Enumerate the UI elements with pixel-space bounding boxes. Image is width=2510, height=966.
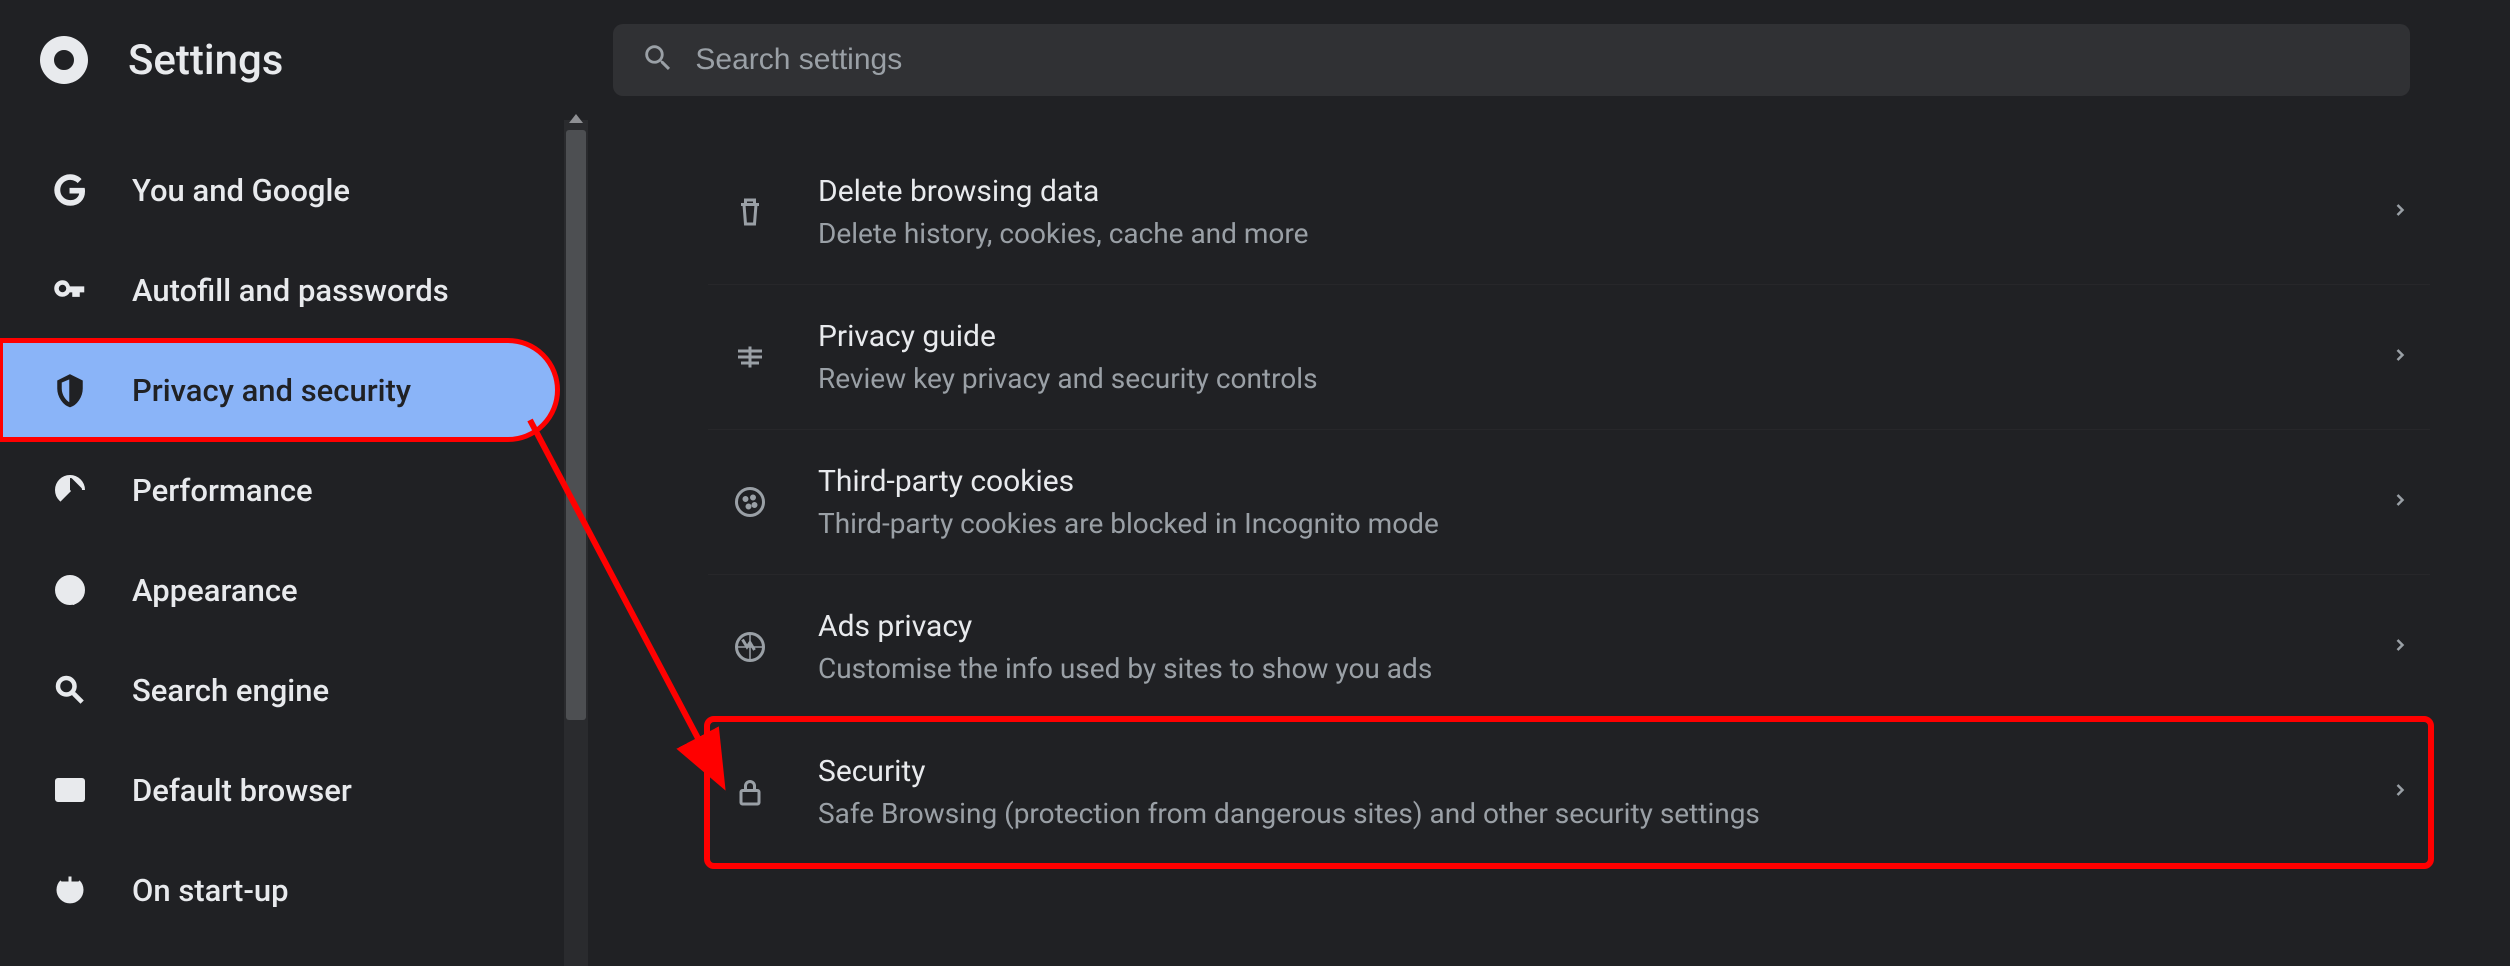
google-g-icon — [50, 170, 90, 210]
chevron-right-icon — [2390, 345, 2410, 369]
page-title: Settings — [128, 36, 283, 85]
chevron-right-icon — [2390, 780, 2410, 804]
cookie-icon — [728, 480, 772, 524]
search-icon — [50, 670, 90, 710]
search-container — [613, 24, 2410, 96]
row-title: Ads privacy — [818, 609, 2390, 644]
row-text: Delete browsing data Delete history, coo… — [818, 174, 2390, 250]
chevron-right-icon — [2390, 635, 2410, 659]
browser-window-icon — [50, 770, 90, 810]
app-header: Settings — [0, 0, 2510, 120]
lock-icon — [728, 770, 772, 814]
key-icon — [50, 270, 90, 310]
sidebar-item-label: Performance — [132, 472, 313, 509]
search-input[interactable] — [695, 43, 2382, 77]
power-icon — [50, 870, 90, 910]
search-icon — [641, 41, 695, 79]
ads-icon — [728, 625, 772, 669]
row-text: Ads privacy Customise the info used by s… — [818, 609, 2390, 685]
sidebar-item-you-and-google[interactable]: You and Google — [0, 140, 558, 240]
guide-icon — [728, 335, 772, 379]
sidebar-item-label: Autofill and passwords — [132, 272, 449, 309]
row-desc: Safe Browsing (protection from dangerous… — [818, 797, 2390, 830]
sidebar-item-autofill[interactable]: Autofill and passwords — [0, 240, 558, 340]
trash-icon — [728, 190, 772, 234]
shield-icon — [50, 370, 90, 410]
sidebar-item-label: On start-up — [132, 872, 289, 909]
chevron-right-icon — [2390, 200, 2410, 224]
row-title: Delete browsing data — [818, 174, 2390, 209]
chrome-logo-icon — [40, 36, 88, 84]
row-title: Security — [818, 754, 2390, 789]
sidebar-scrollbar[interactable] — [564, 120, 588, 966]
row-title: Third-party cookies — [818, 464, 2390, 499]
chevron-right-icon — [2390, 490, 2410, 514]
sidebar-item-label: Default browser — [132, 772, 352, 809]
sidebar: You and Google Autofill and passwords Pr… — [0, 120, 588, 966]
sidebar-item-search-engine[interactable]: Search engine — [0, 640, 558, 740]
row-desc: Third-party cookies are blocked in Incog… — [818, 507, 2390, 540]
palette-icon — [50, 570, 90, 610]
speedometer-icon — [50, 470, 90, 510]
settings-row-security[interactable]: Security Safe Browsing (protection from … — [708, 720, 2430, 865]
row-text: Security Safe Browsing (protection from … — [818, 754, 2390, 830]
sidebar-item-appearance[interactable]: Appearance — [0, 540, 558, 640]
row-desc: Customise the info used by sites to show… — [818, 652, 2390, 685]
scroll-arrow-up-icon[interactable] — [569, 114, 583, 123]
row-text: Third-party cookies Third-party cookies … — [818, 464, 2390, 540]
row-title: Privacy guide — [818, 319, 2390, 354]
row-desc: Delete history, cookies, cache and more — [818, 217, 2390, 250]
sidebar-item-label: Appearance — [132, 572, 298, 609]
sidebar-item-performance[interactable]: Performance — [0, 440, 558, 540]
row-text: Privacy guide Review key privacy and sec… — [818, 319, 2390, 395]
sidebar-item-label: You and Google — [132, 172, 350, 209]
search-box[interactable] — [613, 24, 2410, 96]
sidebar-item-startup[interactable]: On start-up — [0, 840, 558, 940]
settings-row-third-party-cookies[interactable]: Third-party cookies Third-party cookies … — [708, 430, 2430, 575]
sidebar-scrollbar-thumb[interactable] — [566, 130, 586, 720]
settings-row-delete-data[interactable]: Delete browsing data Delete history, coo… — [708, 140, 2430, 285]
body-area: You and Google Autofill and passwords Pr… — [0, 120, 2510, 966]
settings-row-privacy-guide[interactable]: Privacy guide Review key privacy and sec… — [708, 285, 2430, 430]
sidebar-item-label: Privacy and security — [132, 372, 411, 409]
sidebar-item-label: Search engine — [132, 672, 329, 709]
sidebar-item-default-browser[interactable]: Default browser — [0, 740, 558, 840]
row-desc: Review key privacy and security controls — [818, 362, 2390, 395]
settings-row-ads-privacy[interactable]: Ads privacy Customise the info used by s… — [708, 575, 2430, 720]
main-content: Delete browsing data Delete history, coo… — [588, 120, 2510, 966]
sidebar-item-privacy[interactable]: Privacy and security — [0, 340, 558, 440]
